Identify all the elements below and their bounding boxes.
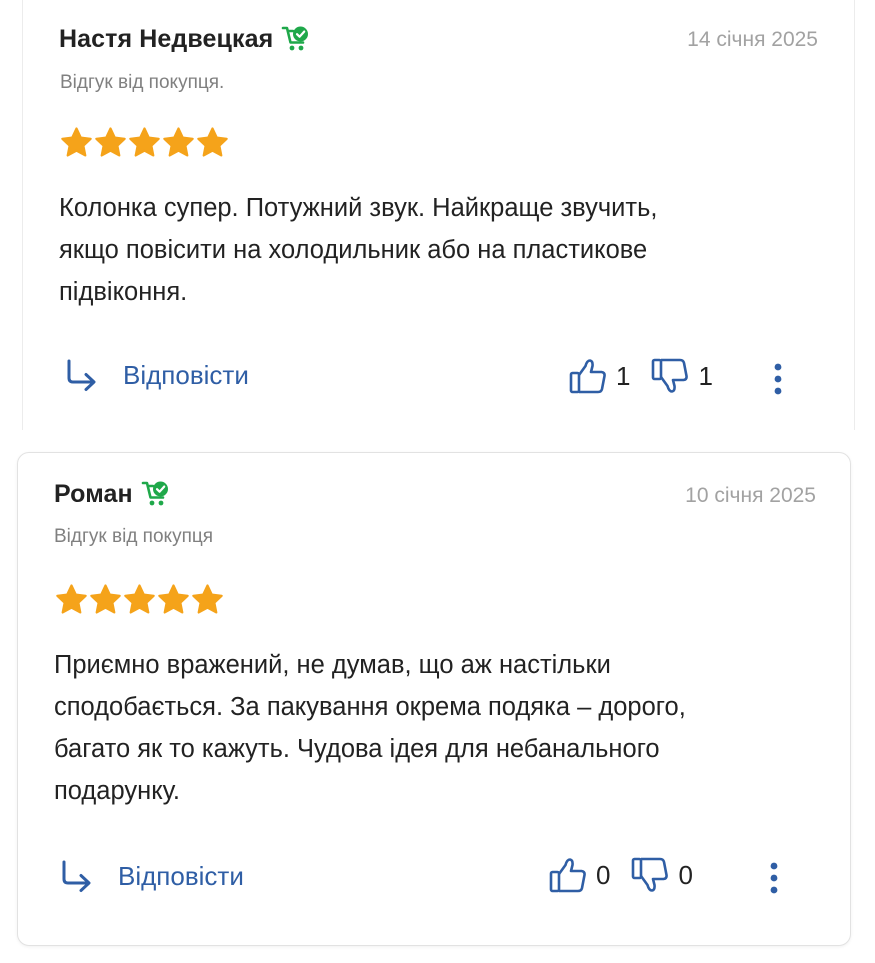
star-icon: [60, 126, 93, 159]
review-author: Настя Недвецкая: [59, 24, 274, 53]
star-rating: [60, 126, 229, 159]
review-text-line: Колонка супер. Потужний звук. Найкраще з…: [59, 194, 658, 222]
like-button[interactable]: 1: [568, 356, 630, 396]
star-icon: [191, 583, 224, 616]
review-text: Колонка супер. Потужний звук. Найкраще з…: [59, 187, 819, 313]
review-text-line: Приємно вражений, не думав, що аж настіл…: [54, 651, 611, 679]
dislike-count: 0: [678, 859, 693, 890]
dislike-button[interactable]: 0: [630, 855, 693, 895]
review-text-line: подарунку.: [54, 777, 180, 805]
more-options-icon[interactable]: [767, 858, 781, 898]
thumbs-up-icon: [548, 855, 588, 895]
more-options-icon[interactable]: [771, 359, 785, 399]
reply-arrow-icon: [63, 356, 101, 394]
review-text-line: сподобається. За пакування окрема подяка…: [54, 693, 686, 721]
thumbs-down-icon: [630, 855, 670, 895]
like-count: 0: [596, 859, 611, 890]
review-date: 10 січня 2025: [685, 484, 816, 507]
review-author: Роман: [54, 479, 133, 508]
star-icon: [162, 126, 195, 159]
star-icon: [55, 583, 88, 616]
star-icon: [123, 583, 156, 616]
thumbs-down-icon: [650, 356, 690, 396]
review-card: Роман 10 січня 2025 Відгук від покупця П…: [17, 452, 851, 946]
reply-button[interactable]: Відповісти: [63, 356, 249, 394]
star-icon: [196, 126, 229, 159]
review-text: Приємно вражений, не думав, що аж настіл…: [54, 644, 814, 812]
star-icon: [128, 126, 161, 159]
review-header: Роман: [54, 479, 171, 509]
review-card: Настя Недвецкая 14 січня 2025 Відгук від…: [22, 0, 855, 430]
star-icon: [157, 583, 190, 616]
star-rating: [55, 583, 224, 616]
verified-buyer-cart-icon: [141, 479, 171, 509]
review-text-line: підвіконня.: [59, 278, 188, 306]
review-text-line: якщо повісити на холодильник або на плас…: [59, 236, 648, 264]
reply-button[interactable]: Відповісти: [58, 857, 244, 895]
reply-label: Відповісти: [118, 860, 244, 891]
star-icon: [94, 126, 127, 159]
dislike-count: 1: [698, 360, 713, 391]
reply-arrow-icon: [58, 857, 96, 895]
vote-controls: 1 1: [568, 356, 713, 396]
review-date: 14 січня 2025: [687, 28, 818, 51]
thumbs-up-icon: [568, 356, 608, 396]
dislike-button[interactable]: 1: [650, 356, 713, 396]
review-subtitle: Відгук від покупця.: [60, 72, 225, 93]
like-button[interactable]: 0: [548, 855, 610, 895]
vote-controls: 0 0: [548, 855, 693, 895]
review-header: Настя Недвецкая: [59, 24, 311, 54]
reply-label: Відповісти: [123, 359, 249, 390]
star-icon: [89, 583, 122, 616]
verified-buyer-cart-icon: [281, 24, 311, 54]
like-count: 1: [616, 360, 631, 391]
review-subtitle: Відгук від покупця: [54, 526, 214, 547]
review-text-line: багато як то кажуть. Чудова ідея для неб…: [54, 735, 660, 763]
